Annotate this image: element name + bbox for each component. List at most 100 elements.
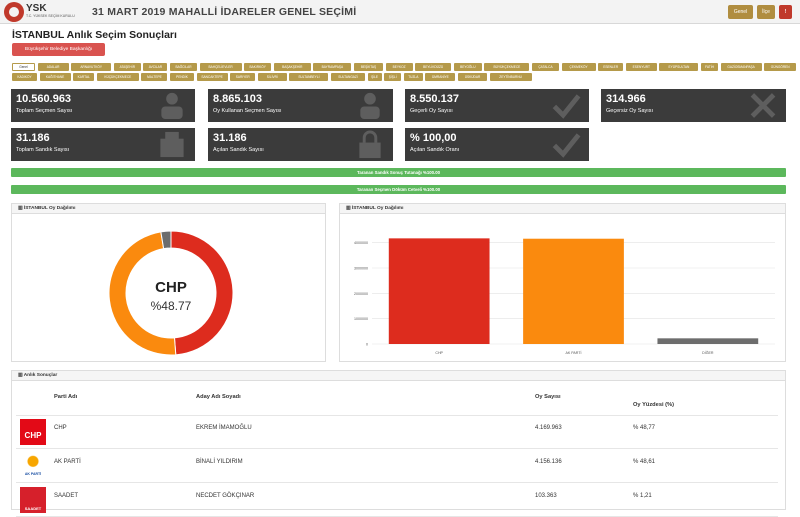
logo-subtitle: T.C. YÜKSEK SEÇİM KURULU: [26, 14, 75, 18]
district-button-genel[interactable]: Genel: [12, 63, 35, 71]
district-button-k-k-ekmece[interactable]: KÜÇÜKÇEKMECE: [96, 73, 139, 81]
district-button-bakirk-y[interactable]: BAKIRKÖY: [244, 63, 272, 71]
top-bar: YSK T.C. YÜKSEK SEÇİM KURULU 31 MART 201…: [0, 0, 800, 24]
stat-label: Açılan Sandık Oranı: [410, 147, 460, 153]
district-button-avcilar[interactable]: AVCILAR: [143, 63, 168, 71]
district-button--sk-dar[interactable]: ÜSKÜDAR: [458, 73, 487, 81]
district-button-fati-h[interactable]: FATİH: [701, 63, 718, 71]
district-button-ata-ehi-r[interactable]: ATAŞEHİR: [113, 63, 141, 71]
district-button-sariyer[interactable]: SARIYER: [230, 73, 256, 81]
check-icon: [552, 94, 581, 119]
stat-label: Geçersiz Oy Sayısı: [606, 108, 654, 114]
stat-label: Oy Kullanan Seçmen Sayısı: [213, 108, 282, 114]
x-tick-label: AK PARTİ: [565, 350, 581, 355]
table-row: [16, 415, 778, 449]
district-button-tuzla[interactable]: TUZLA: [403, 73, 423, 81]
pct-cell: % 48,61: [633, 459, 656, 465]
y-tick-label: 2000000: [354, 292, 368, 296]
chp-logo-icon: CHP: [20, 419, 46, 445]
bar-panel-header: ▥ İSTANBUL Oy Dağılımı: [340, 204, 785, 214]
metropolitan-mayor-button[interactable]: Büyükşehir Belediye Başkanlığı: [12, 43, 105, 56]
district-button--i-le[interactable]: ŞİLE: [367, 73, 382, 81]
district-button-gazi-osmanpa-a[interactable]: GAZİOSMANPAŞA: [720, 63, 762, 71]
votes-cell: 4.169.963: [535, 425, 562, 431]
candidate-cell: NECDET GÖKÇINAR: [196, 493, 255, 499]
district-button-kadik-y[interactable]: KADIKÖY: [12, 73, 37, 81]
district-button-beyo-lu[interactable]: BEYOĞLU: [453, 63, 482, 71]
district-button[interactable]: İlçe: [757, 5, 775, 19]
candidate-cell: EKREM İMAMOĞLU: [196, 425, 252, 431]
district-button-sancaktepe[interactable]: SANCAKTEPE: [196, 73, 228, 81]
district-button-pendi-k[interactable]: PENDİK: [170, 73, 194, 81]
y-tick-label: 4000000: [354, 241, 368, 245]
district-button-esenyurt[interactable]: ESENYURT: [625, 63, 657, 71]
bar-di-er[interactable]: [657, 338, 759, 344]
donut-panel-title: İSTANBUL Oy Dağılımı: [23, 206, 76, 211]
stat-label: Açılan Sandık Sayısı: [213, 147, 264, 153]
pct-cell: % 48,77: [633, 425, 656, 431]
district-button-esenler[interactable]: ESENLER: [598, 63, 624, 71]
general-button[interactable]: Genel: [728, 5, 753, 19]
stat-card: 31.186 Açılan Sandık Sayısı: [208, 128, 393, 161]
bar-chart: 0 1000000 2000000 3000000 4000000 CHP AK PARTİ…: [354, 238, 775, 355]
pct-column-header: Oy Yüzdesi (%): [633, 402, 674, 408]
alert-button[interactable]: !: [779, 5, 792, 19]
district-button-ba-cilar[interactable]: BAĞCILAR: [170, 63, 197, 71]
district-button--atalca[interactable]: ÇATALCA: [532, 63, 559, 71]
people-icon: [161, 92, 183, 120]
candidate-column-header: Aday Adı Soyadı: [196, 394, 241, 400]
district-button-zeyti-nburnu[interactable]: ZEYTİNBURNU: [489, 73, 532, 81]
page-title: İSTANBUL Anlık Seçim Sonuçları: [12, 29, 177, 41]
district-button-adalar[interactable]: ADALAR: [37, 63, 69, 71]
district-button-beyli-kd-z-[interactable]: BEYLİKDÜZÜ: [415, 63, 452, 71]
stat-card: 314.966 Geçersiz Oy Sayısı: [601, 89, 786, 122]
district-button-b-y-k-ekmece[interactable]: BÜYÜKÇEKMECE: [484, 63, 530, 71]
donut-center-party: CHP: [155, 279, 187, 296]
district-button--ekmek-y[interactable]: ÇEKMEKÖY: [561, 63, 596, 71]
party-cell: CHP: [54, 425, 67, 431]
stat-value: % 100,00: [410, 132, 457, 144]
x-tick-label: CHP: [435, 351, 443, 355]
y-tick-label: 0: [366, 343, 368, 347]
district-button-bayrampa-a[interactable]: BAYRAMPAŞA: [313, 63, 352, 71]
district-button-g-ng-ren[interactable]: GÜNGÖREN: [764, 63, 797, 71]
district-button-beykoz[interactable]: BEYKOZ: [385, 63, 413, 71]
stat-value: 8.550.137: [410, 93, 459, 105]
party-cell: AK PARTİ: [54, 459, 81, 465]
district-button-ba-ak-ehi-r[interactable]: BAŞAKŞEHİR: [273, 63, 311, 71]
tutanak-progress-bar: Taranan Sandık Sonuç Tutanağı %100.00: [11, 168, 786, 177]
district-button-ey-psultan[interactable]: EYÜPSULTAN: [659, 63, 699, 71]
stat-value: 10.560.963: [16, 93, 72, 105]
bar-panel-title: İSTANBUL Oy Dağılımı: [351, 206, 404, 211]
district-button-ka-ithane[interactable]: KAĞITHANE: [39, 73, 71, 81]
district-button-kartal[interactable]: KARTAL: [73, 73, 95, 81]
donut-center-percentage: %48.77: [151, 299, 192, 313]
x-tick-label: DİĞER: [702, 350, 714, 355]
district-button-sultangazi-[interactable]: SULTANGAZİ: [331, 73, 365, 81]
election-title: 31 MART 2019 MAHALLİ İDARELER GENEL SEÇİ…: [92, 6, 357, 18]
results-panel-header: ▥ Anlık Sonuçlar: [12, 371, 785, 381]
district-button-bah-eli-evler[interactable]: BAHÇELİEVLER: [199, 63, 242, 71]
bar-ak-parti-[interactable]: [523, 238, 624, 344]
bar-chp[interactable]: [388, 238, 490, 344]
results-panel-title: Anlık Sonuçlar: [23, 373, 58, 378]
y-tick-label: 3000000: [354, 267, 368, 271]
stat-card: 31.186 Toplam Sandık Sayısı: [11, 128, 195, 161]
bar-panel: ▥ İSTANBUL Oy Dağılımı 0 1000000 2000000 30…: [339, 203, 786, 362]
district-button-maltepe[interactable]: MALTEPE: [141, 73, 168, 81]
district-button--mrani-ye[interactable]: ÜMRANİYE: [425, 73, 456, 81]
donut-panel-header: ▥ İSTANBUL Oy Dağılımı: [12, 204, 325, 214]
stat-label: Toplam Seçmen Sayısı: [16, 108, 73, 114]
stat-card: 8.865.103 Oy Kullanan Seçmen Sayısı: [208, 89, 393, 122]
person-icon: [360, 92, 380, 120]
cetvel-progress-bar: Taranan Seçmen Döküm Cetveli %100.00: [11, 185, 786, 194]
donut-panel: ▥ İSTANBUL Oy Dağılımı CHP %48.77: [11, 203, 326, 362]
district-button--i-li-[interactable]: ŞİŞLİ: [384, 73, 402, 81]
district-button-sultanbeyli-[interactable]: SULTANBEYLİ: [289, 73, 329, 81]
stat-value: 314.966: [606, 93, 646, 105]
district-button-arnavutk-y[interactable]: ARNAVUTKÖY: [71, 63, 112, 71]
district-button-be-i-kta-[interactable]: BEŞİKTAŞ: [354, 63, 383, 71]
district-button-si-li-vri-[interactable]: SİLİVRİ: [257, 73, 287, 81]
party-cell: SAADET: [54, 493, 79, 499]
candidate-cell: BİNALİ YILDIRIM: [196, 459, 243, 465]
